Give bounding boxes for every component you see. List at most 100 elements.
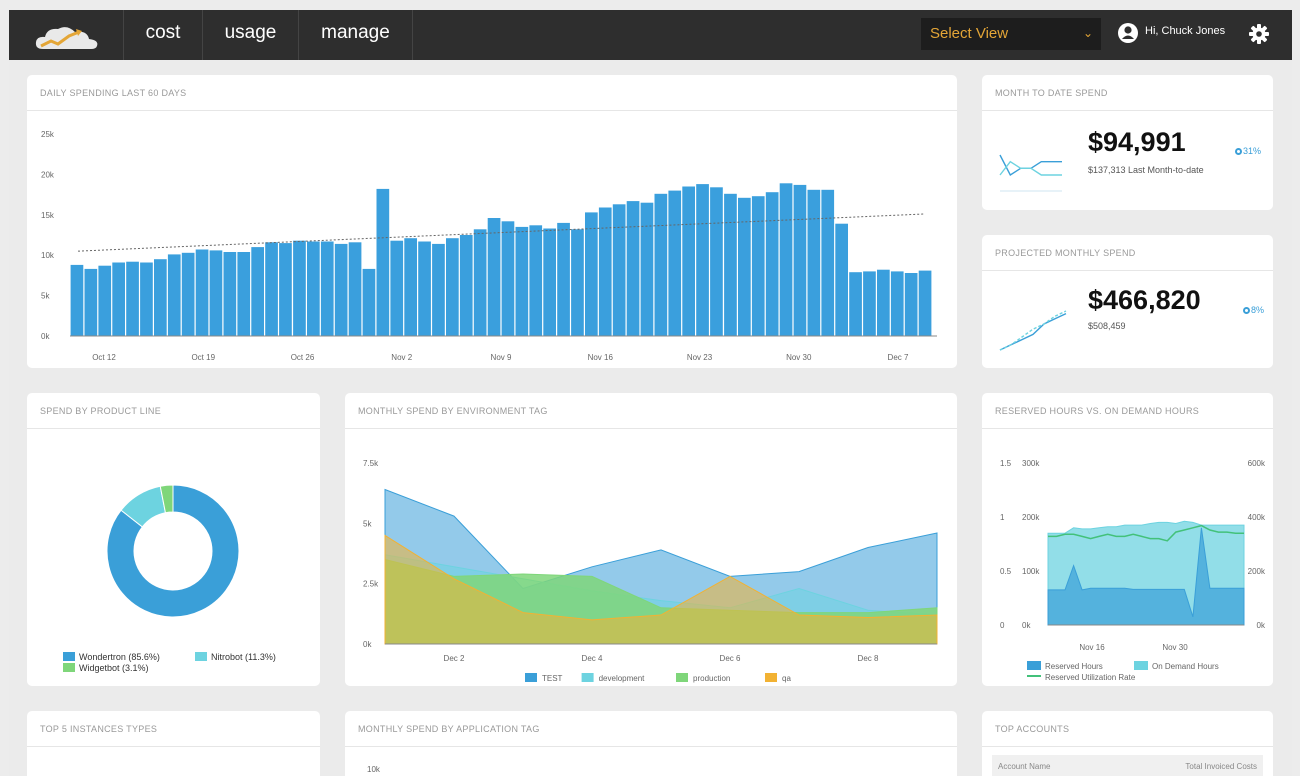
application-tag-card: MONTHLY SPEND BY APPLICATION TAG 10k	[345, 711, 957, 776]
legend-label: On Demand Hours	[1152, 662, 1219, 671]
month-to-date-card: MONTH TO DATE SPEND $94,991 $137,313 Las…	[982, 75, 1273, 210]
daily-bar	[362, 268, 376, 336]
daily-bar	[223, 252, 237, 336]
daily-bar	[765, 192, 779, 336]
column-header-account[interactable]: Account Name	[998, 755, 1050, 776]
legend-label: Reserved Utilization Rate	[1045, 673, 1136, 682]
legend-swatch	[581, 673, 594, 682]
sparkline-series	[999, 310, 1067, 351]
daily-bar	[571, 229, 584, 336]
daily-bar	[195, 249, 209, 336]
y-tick-label: 2.5k	[363, 580, 379, 589]
x-tick-label: Nov 16	[1079, 643, 1105, 652]
daily-bar	[293, 240, 306, 336]
nav-cost[interactable]: cost	[124, 10, 203, 60]
daily-bar	[70, 264, 84, 336]
mtd-change-label: 31%	[1243, 146, 1262, 156]
user-greeting[interactable]: Hi, Chuck Jones	[1145, 25, 1225, 37]
x-tick-label: Oct 26	[291, 353, 315, 362]
daily-bar	[348, 242, 362, 336]
x-tick-label: Nov 16	[588, 353, 614, 362]
select-view-label: Select View	[930, 25, 1009, 42]
legend-label: qa	[782, 674, 791, 683]
y-tick-label: 0.5	[1000, 567, 1012, 576]
daily-bar	[738, 197, 751, 336]
x-tick-label: Dec 7	[888, 353, 909, 362]
x-tick-label: Oct 12	[92, 353, 116, 362]
x-tick-label: Nov 9	[491, 353, 512, 362]
environment-tag-card: MONTHLY SPEND BY ENVIRONMENT TAG 7.5k 5k 2…	[345, 393, 957, 686]
daily-bar	[251, 247, 264, 336]
y-tick-label: 0k	[1022, 621, 1031, 630]
legend-label: TEST	[542, 674, 563, 683]
card-title: MONTHLY SPEND BY APPLICATION TAG	[345, 711, 957, 747]
card-title: TOP ACCOUNTS	[982, 711, 1273, 747]
x-tick-label: Dec 4	[582, 654, 603, 663]
nav-usage[interactable]: usage	[203, 10, 299, 60]
x-tick-label: Dec 2	[444, 654, 465, 663]
top-accounts-card: TOP ACCOUNTS Account Name Total Invoiced…	[982, 711, 1273, 776]
daily-bar	[320, 241, 334, 336]
top-instances-card: TOP 5 INSTANCES TYPES	[27, 711, 320, 776]
reserved-hours-card: RESERVED HOURS VS. ON DEMAND HOURS 1.5 1 0…	[982, 393, 1273, 686]
product-donut-chart	[106, 484, 240, 618]
y-tick-label: 0	[1000, 621, 1005, 630]
daily-bar	[418, 241, 431, 336]
legend-swatch	[525, 673, 537, 682]
daily-spending-card: DAILY SPENDING LAST 60 DAYS 25k 20k 15k 10k…	[27, 75, 957, 368]
daily-bar	[612, 204, 626, 336]
daily-bar	[334, 243, 348, 336]
daily-bar	[751, 196, 765, 336]
y-tick-label: 200k	[1022, 513, 1040, 522]
select-view-dropdown[interactable]: Select View ⌄	[921, 18, 1101, 50]
y-tick-label: 0k	[41, 332, 50, 341]
daily-bar	[446, 238, 459, 336]
projected-last-month: $508,459	[1088, 321, 1126, 331]
daily-bar	[585, 212, 598, 336]
legend-item-widgetbot: Widgetbot (3.1%)	[63, 663, 149, 673]
daily-bar	[167, 254, 181, 336]
legend-swatch	[63, 663, 75, 672]
daily-bar	[390, 240, 404, 336]
y-tick-label: 5k	[363, 519, 372, 528]
daily-bar	[126, 261, 139, 336]
daily-bar	[154, 259, 167, 336]
daily-bar	[84, 268, 98, 336]
daily-bar	[793, 184, 807, 336]
daily-bar	[835, 223, 848, 336]
top-nav-bar: cost usage manage Select View ⌄ Hi, Chuc…	[9, 10, 1292, 60]
daily-bar	[459, 235, 473, 336]
app-frame: cost usage manage Select View ⌄ Hi, Chuc…	[9, 10, 1292, 776]
daily-bar	[473, 229, 487, 336]
y-tick-label: 1	[1000, 513, 1005, 522]
legend-item-nitrobot: Nitrobot (11.3%)	[195, 652, 276, 662]
y-tick-label: 0k	[1257, 621, 1266, 630]
user-icon[interactable]	[1117, 22, 1139, 44]
daily-bar	[265, 242, 278, 336]
legend-label: Reserved Hours	[1045, 662, 1103, 671]
cloud-chart-logo[interactable]	[9, 10, 124, 60]
projected-change-label: 8%	[1251, 305, 1265, 315]
y-tick-label: 600k	[1248, 459, 1266, 468]
y-tick-label: 5k	[41, 292, 50, 301]
legend-swatch	[195, 652, 207, 661]
daily-bar	[779, 183, 793, 336]
daily-bar	[724, 193, 737, 336]
x-tick-label: Nov 23	[687, 353, 713, 362]
column-header-costs[interactable]: Total Invoiced Costs	[1185, 755, 1257, 776]
projected-spend-card: PROJECTED MONTHLY SPEND $466,820 $508,45…	[982, 235, 1273, 368]
legend-label: development	[599, 674, 646, 683]
daily-bar	[237, 252, 251, 336]
legend-swatch	[63, 652, 75, 661]
daily-bar	[501, 221, 515, 336]
sparkline-series	[999, 154, 1062, 177]
x-tick-label: Nov 30	[786, 353, 812, 362]
mtd-sparkline	[999, 154, 1062, 192]
daily-bar	[807, 189, 821, 336]
nav-manage[interactable]: manage	[299, 10, 413, 60]
accounts-table-header: Account Name Total Invoiced Costs	[992, 755, 1263, 776]
daily-bar	[640, 202, 654, 336]
gear-icon[interactable]	[1247, 22, 1271, 46]
daily-bar	[404, 238, 417, 336]
y-tick-label: 10k	[41, 251, 55, 260]
